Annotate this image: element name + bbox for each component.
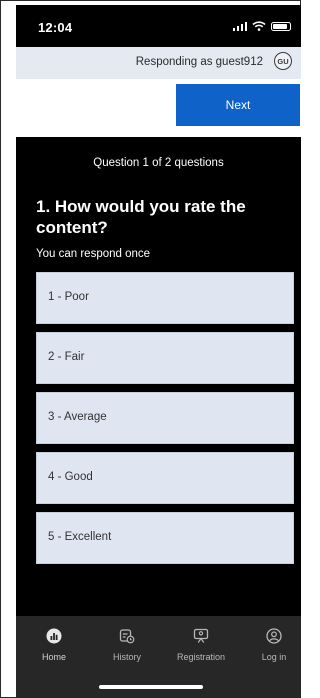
status-icons bbox=[232, 21, 291, 31]
tab-label: Registration bbox=[176, 652, 226, 662]
tab-registration[interactable]: Registration bbox=[166, 616, 236, 676]
registration-icon bbox=[193, 628, 209, 643]
option-average[interactable]: 3 - Average bbox=[36, 392, 294, 444]
phone-screen: 12:04 Responding as guest912 GU Next Que… bbox=[16, 5, 301, 698]
tab-login[interactable]: Log in bbox=[239, 616, 301, 676]
question-counter: Question 1 of 2 questions bbox=[93, 157, 224, 169]
home-indicator[interactable] bbox=[99, 685, 203, 689]
respondent-label: Responding as guest912 bbox=[135, 56, 263, 68]
home-icon bbox=[46, 628, 62, 644]
option-good[interactable]: 4 - Good bbox=[36, 452, 294, 504]
respondent-bar: Responding as guest912 GU bbox=[16, 47, 301, 79]
avatar[interactable]: GU bbox=[274, 52, 292, 70]
option-poor[interactable]: 1 - Poor bbox=[36, 272, 294, 324]
tab-home[interactable]: Home bbox=[19, 616, 89, 676]
option-label: 3 - Average bbox=[48, 411, 107, 423]
login-icon bbox=[266, 628, 282, 644]
tab-history[interactable]: History bbox=[92, 616, 162, 676]
status-bar: 12:04 bbox=[16, 5, 301, 47]
option-label: 2 - Fair bbox=[48, 351, 85, 363]
option-label: 1 - Poor bbox=[48, 291, 89, 303]
battery-icon bbox=[271, 21, 291, 31]
wifi-icon bbox=[252, 21, 266, 31]
option-label: 4 - Good bbox=[48, 471, 93, 483]
question-title: 1. How would you rate the content? bbox=[36, 197, 246, 237]
screenshot-frame: 12:04 Responding as guest912 GU Next Que… bbox=[0, 0, 301, 698]
tab-label: Log in bbox=[261, 652, 287, 662]
tab-label: History bbox=[112, 652, 141, 662]
question-subtitle: You can respond once bbox=[36, 248, 151, 260]
option-label: 5 - Excellent bbox=[48, 531, 112, 543]
option-fair[interactable]: 2 - Fair bbox=[36, 332, 294, 384]
signal-icon bbox=[232, 21, 247, 31]
status-time: 12:04 bbox=[38, 20, 73, 35]
next-button[interactable]: Next bbox=[176, 84, 300, 126]
option-excellent[interactable]: 5 - Excellent bbox=[36, 512, 294, 564]
history-icon bbox=[119, 629, 135, 644]
tab-label: Home bbox=[41, 652, 66, 662]
